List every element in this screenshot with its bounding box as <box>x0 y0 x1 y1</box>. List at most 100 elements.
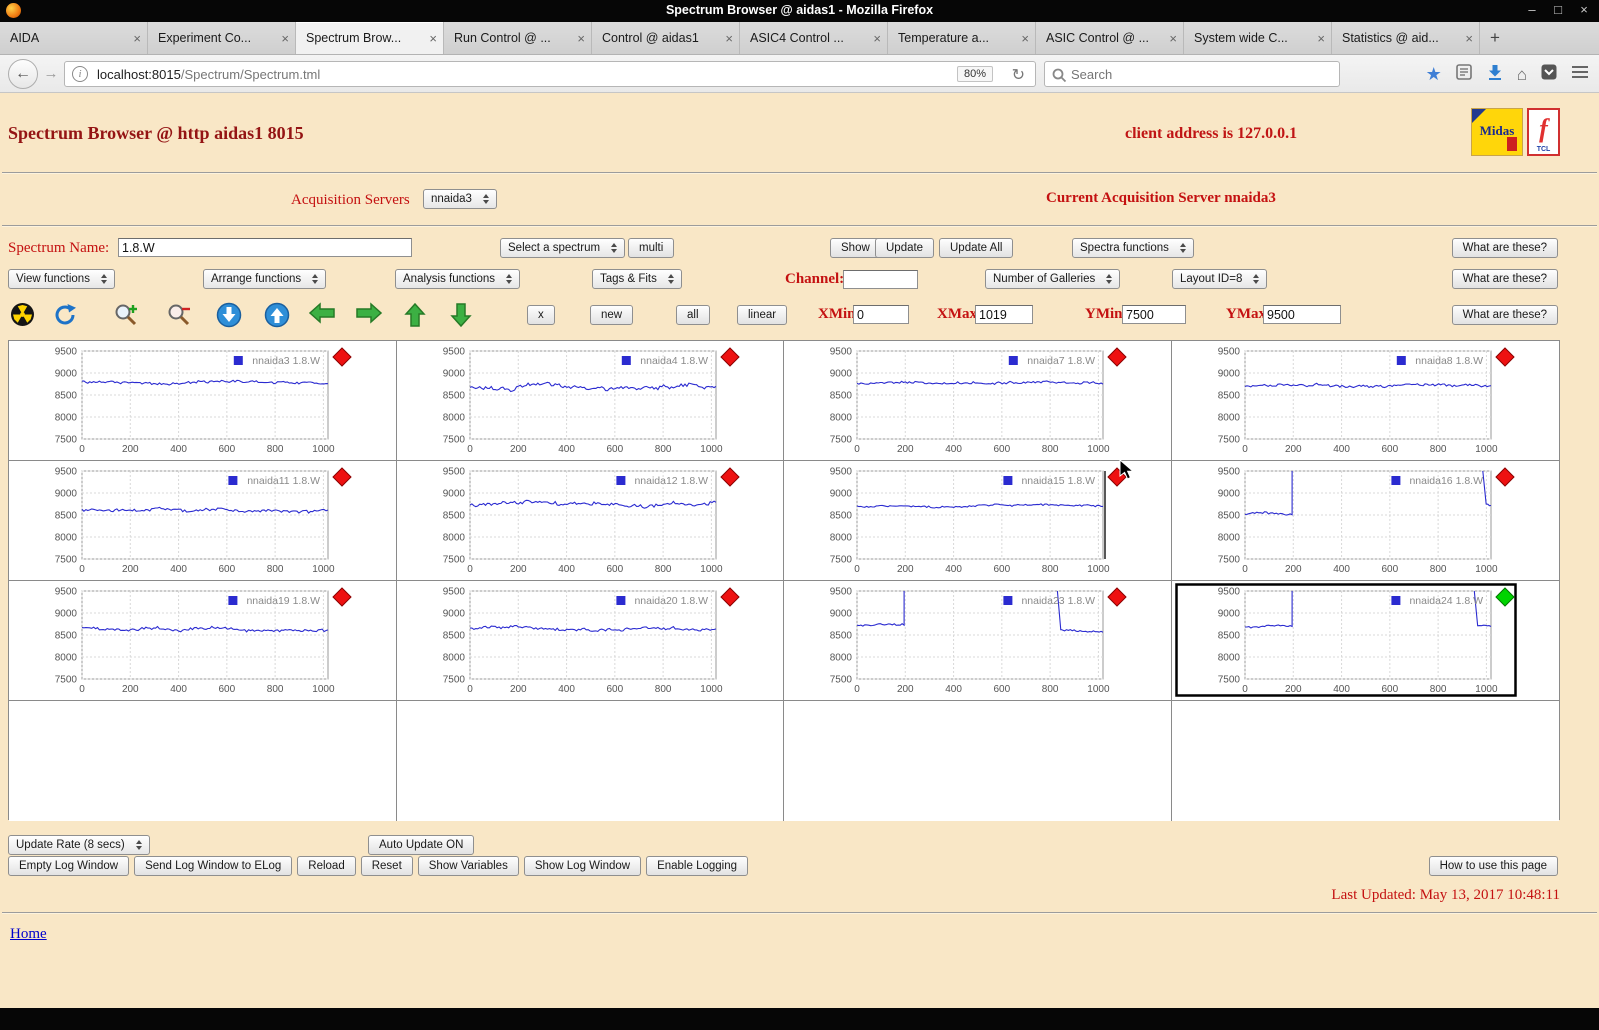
home-link[interactable]: Home <box>10 926 47 943</box>
show-variables-button[interactable]: Show Variables <box>417 856 519 876</box>
status-diamond-icon[interactable] <box>1107 467 1127 487</box>
scroll-down-icon[interactable] <box>216 302 242 333</box>
tab-close-icon[interactable]: × <box>1317 31 1325 46</box>
analysis-functions-select[interactable]: Analysis functions <box>395 269 521 289</box>
show-button[interactable]: Show <box>830 238 881 258</box>
bookmark-star-icon[interactable]: ★ <box>1426 65 1442 83</box>
status-diamond-icon[interactable] <box>332 347 352 367</box>
zoom-out-icon[interactable] <box>166 302 193 333</box>
xmax-input[interactable] <box>975 305 1033 324</box>
spectrum-chart-nnaida16[interactable]: 9500 9000 8500 8000 75000 200 400 600 800 1000 nna… <box>1175 463 1517 579</box>
pan-right-icon[interactable] <box>355 302 383 329</box>
new-button[interactable]: new <box>590 305 634 325</box>
all-button[interactable]: all <box>676 305 710 325</box>
send-log-window-to-elog-button[interactable]: Send Log Window to ELog <box>134 856 293 876</box>
spectrum-name-input[interactable] <box>118 238 412 257</box>
midas-logo[interactable]: Midas <box>1471 108 1523 156</box>
what-are-these-button[interactable]: What are these? <box>1451 269 1558 289</box>
spectrum-chart-nnaida15[interactable]: 9500 9000 8500 8000 75000 200 400 600 800 1000 nna… <box>787 463 1129 579</box>
spectrum-chart-nnaida4[interactable]: 9500 9000 8500 8000 75000 200 400 600 800 1000 nna… <box>400 343 742 459</box>
x-button[interactable]: x <box>527 305 555 325</box>
new-tab-button[interactable]: + <box>1480 22 1510 54</box>
zoom-level-badge[interactable]: 80% <box>956 66 993 82</box>
reset-button[interactable]: Reset <box>360 856 413 876</box>
tab-close-icon[interactable]: × <box>429 31 437 46</box>
search-input[interactable] <box>1071 63 1331 85</box>
tab-statistics-aid[interactable]: Statistics @ aid... × <box>1332 22 1480 54</box>
spectrum-chart-nnaida24[interactable]: 9500 9000 8500 8000 75000 200 400 600 800 1000 nna… <box>1174 583 1517 699</box>
tab-close-icon[interactable]: × <box>1169 31 1177 46</box>
downloads-icon[interactable] <box>1486 63 1504 86</box>
xmin-input[interactable] <box>853 305 909 324</box>
spectrum-chart-nnaida7[interactable]: 9500 9000 8500 8000 75000 200 400 600 800 1000 nna… <box>787 343 1129 459</box>
spectrum-chart-nnaida20[interactable]: 9500 9000 8500 8000 75000 200 400 600 800 1000 nna… <box>400 583 742 699</box>
show-log-window-button[interactable]: Show Log Window <box>523 856 642 876</box>
status-diamond-icon[interactable] <box>1494 587 1515 607</box>
tab-control-aidas1[interactable]: Control @ aidas1 × <box>592 22 740 54</box>
status-diamond-icon[interactable] <box>1107 347 1127 367</box>
spectrum-chart-nnaida8[interactable]: 9500 9000 8500 8000 75000 200 400 600 800 1000 nna… <box>1175 343 1517 459</box>
bookmarks-panel-icon[interactable] <box>1455 63 1473 86</box>
pocket-icon[interactable] <box>1540 63 1558 86</box>
status-diamond-icon[interactable] <box>332 587 352 607</box>
status-diamond-icon[interactable] <box>1494 467 1515 487</box>
spectrum-chart-nnaida19[interactable]: 9500 9000 8500 8000 75000 200 400 600 800 1000 nna… <box>12 583 354 699</box>
arrange-functions-select[interactable]: Arrange functions <box>203 269 327 289</box>
enable-logging-button[interactable]: Enable Logging <box>646 856 749 876</box>
maximize-button[interactable]: □ <box>1551 2 1565 17</box>
select-a-spectrum-select[interactable]: Select a spectrum <box>500 238 626 258</box>
update-all-button[interactable]: Update All <box>939 238 1014 258</box>
tab-aida[interactable]: AIDA × <box>0 22 148 54</box>
auto-update-button[interactable]: Auto Update ON <box>368 835 475 855</box>
tab-close-icon[interactable]: × <box>1021 31 1029 46</box>
spectrum-chart-nnaida12[interactable]: 9500 9000 8500 8000 75000 200 400 600 800 1000 nna… <box>400 463 742 579</box>
multi-button[interactable]: multi <box>628 238 675 258</box>
status-diamond-icon[interactable] <box>719 467 740 487</box>
tab-experiment-co[interactable]: Experiment Co... × <box>148 22 296 54</box>
firebird-logo[interactable]: f TCL <box>1527 108 1560 156</box>
reload-icon[interactable]: ↻ <box>1012 65 1025 85</box>
number-of-galleries-select[interactable]: Number of Galleries <box>985 269 1121 289</box>
url-bar[interactable]: i localhost:8015/Spectrum/Spectrum.tml 8… <box>64 61 1036 87</box>
reload-button[interactable]: Reload <box>297 856 356 876</box>
what-are-these-button[interactable]: What are these? <box>1451 305 1558 325</box>
tab-system-wide-c[interactable]: System wide C... × <box>1184 22 1332 54</box>
url-text[interactable]: localhost:8015/Spectrum/Spectrum.tml <box>97 67 320 82</box>
view-functions-select[interactable]: View functions <box>8 269 115 289</box>
linear-button[interactable]: linear <box>737 305 788 325</box>
forward-button[interactable]: → <box>41 64 61 84</box>
close-button[interactable]: × <box>1577 2 1591 17</box>
tab-asic4-control[interactable]: ASIC4 Control ... × <box>740 22 888 54</box>
status-diamond-icon[interactable] <box>332 467 352 487</box>
status-diamond-icon[interactable] <box>719 587 740 607</box>
radiation-icon[interactable] <box>10 302 35 332</box>
pan-up-icon[interactable] <box>404 302 426 333</box>
status-diamond-icon[interactable] <box>1107 587 1127 607</box>
zoom-in-icon[interactable] <box>113 302 140 333</box>
update-rate-select[interactable]: Update Rate (8 secs) <box>8 835 150 855</box>
tab-close-icon[interactable]: × <box>873 31 881 46</box>
empty-log-window-button[interactable]: Empty Log Window <box>8 856 130 876</box>
spectrum-chart-nnaida23[interactable]: 9500 9000 8500 8000 75000 200 400 600 800 1000 nna… <box>787 583 1129 699</box>
scroll-up-icon[interactable] <box>264 302 290 333</box>
tab-temperature-a[interactable]: Temperature a... × <box>888 22 1036 54</box>
tab-close-icon[interactable]: × <box>725 31 733 46</box>
tab-close-icon[interactable]: × <box>281 31 289 46</box>
spectrum-chart-nnaida3[interactable]: 9500 9000 8500 8000 75000 200 400 600 800 1000 nna… <box>12 343 354 459</box>
tab-close-icon[interactable]: × <box>1465 31 1473 46</box>
update-button[interactable]: Update <box>875 238 935 258</box>
spectrum-chart-nnaida11[interactable]: 9500 9000 8500 8000 75000 200 400 600 800 1000 nna… <box>12 463 354 579</box>
pan-left-icon[interactable] <box>308 302 336 329</box>
how-to-use-button[interactable]: How to use this page <box>1428 856 1558 876</box>
minimize-button[interactable]: – <box>1525 2 1539 17</box>
ymax-input[interactable] <box>1263 305 1341 324</box>
pan-down-icon[interactable] <box>450 302 472 333</box>
tab-close-icon[interactable]: × <box>133 31 141 46</box>
site-identity-icon[interactable]: i <box>72 66 88 82</box>
ymin-input[interactable] <box>1122 305 1186 324</box>
tab-close-icon[interactable]: × <box>577 31 585 46</box>
tab-spectrum-brow[interactable]: Spectrum Brow... × <box>296 22 444 54</box>
status-diamond-icon[interactable] <box>719 347 740 367</box>
acquisition-server-select[interactable]: nnaida3 <box>423 189 497 209</box>
back-button[interactable]: ← <box>8 59 38 89</box>
